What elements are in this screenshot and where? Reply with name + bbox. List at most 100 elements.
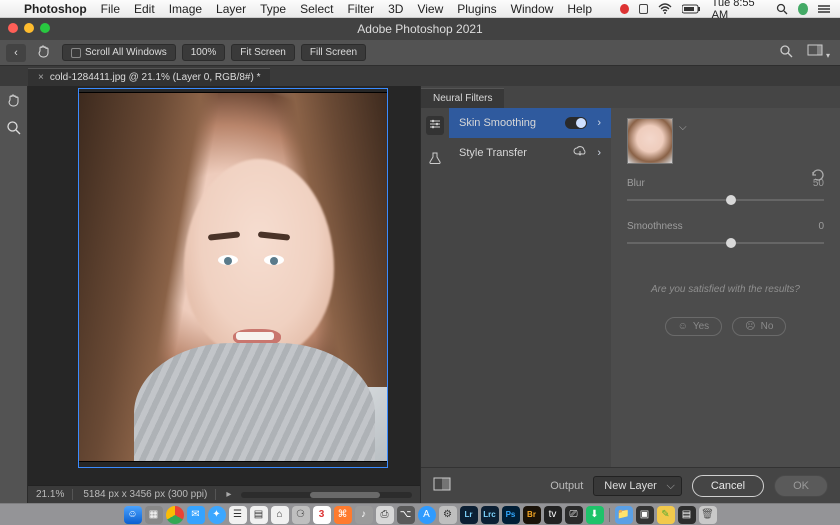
feedback-yes-button[interactable]: ☺ Yes [665,317,723,336]
dock-trash[interactable]: 🗑 [699,506,717,524]
menu-help[interactable]: Help [567,2,592,16]
slider-smoothness: Smoothness 0 [627,221,824,250]
checkbox-icon [71,48,81,58]
dock-app-finder[interactable]: ☺ [124,506,142,524]
control-center-icon[interactable] [818,4,830,14]
dock-app-generic[interactable]: ♪ [355,506,373,524]
scroll-all-windows-checkbox[interactable]: Scroll All Windows [62,44,176,61]
dock-app-photoshop[interactable]: Ps [502,506,520,524]
feedback-no-button[interactable]: ☹ No [732,317,786,336]
hand-tool-icon[interactable] [36,43,52,62]
dock-app-generic[interactable]: ⌥ [397,506,415,524]
canvas-viewport[interactable] [28,86,420,485]
filter-skin-smoothing[interactable]: Skin Smoothing › [449,108,611,138]
dock-app-generic[interactable]: ⚙ [439,506,457,524]
dock-app-calendar[interactable]: 3 [313,506,331,524]
beta-filters-icon[interactable] [428,151,442,168]
menu-view[interactable]: View [417,2,443,16]
dock-app-generic[interactable]: ⚆ [292,506,310,524]
close-window-button[interactable] [8,23,18,33]
chevron-right-icon: › [597,117,601,129]
menu-3d[interactable]: 3D [388,2,403,16]
slider-label: Smoothness [627,221,683,232]
menu-layer[interactable]: Layer [216,2,246,16]
dock-app-appstore[interactable]: A [418,506,436,524]
battery-icon[interactable] [682,4,702,14]
zoom-percent-button[interactable]: 100% [182,44,226,61]
status-record-icon[interactable] [620,4,629,14]
zoom-tool[interactable] [4,118,24,138]
menu-edit[interactable]: Edit [134,2,155,16]
scroll-all-label: Scroll All Windows [85,47,167,58]
menu-window[interactable]: Window [511,2,554,16]
fullscreen-window-button[interactable] [40,23,50,33]
dock-app-mail[interactable]: ✉ [187,506,205,524]
menu-image[interactable]: Image [169,2,202,16]
menu-plugins[interactable]: Plugins [457,2,496,16]
dock-app-generic[interactable]: ✎ [657,506,675,524]
dock-app-generic[interactable]: ⬇ [586,506,604,524]
dock-app-generic[interactable]: ▣ [636,506,654,524]
scrollbar-thumb[interactable] [310,492,380,498]
status-chevron-icon[interactable]: ▸ [226,489,231,500]
wifi-icon[interactable] [658,3,672,15]
dock-separator [609,508,610,522]
dock-app-generic[interactable]: ☰ [229,506,247,524]
workspace-switcher-icon[interactable]: ▾ [807,44,830,61]
chevron-right-icon: › [597,147,601,159]
document-canvas[interactable] [78,92,388,462]
user-icon[interactable] [798,3,808,15]
document-tab[interactable]: × cold-1284411.jpg @ 21.1% (Layer 0, RGB… [28,68,270,86]
dock-app-lightroom-classic[interactable]: Lrc [481,506,499,524]
minimize-window-button[interactable] [24,23,34,33]
frown-icon: ☹ [745,321,755,332]
output-select[interactable]: New Layer [593,476,682,496]
dock-app-generic[interactable]: ⌘ [334,506,352,524]
status-dimensions[interactable]: 5184 px x 3456 px (300 ppi) [83,489,216,500]
dock-app-generic[interactable]: ⌂ [271,506,289,524]
search-icon[interactable] [779,44,793,61]
menu-file[interactable]: File [101,2,120,16]
dock-app-tv[interactable]: tv [544,506,562,524]
dock-folder[interactable]: 📁 [615,506,633,524]
face-thumbnail[interactable] [627,118,673,164]
slider-track-blur[interactable] [627,193,824,207]
close-tab-icon[interactable]: × [38,72,44,83]
tab-neural-filters[interactable]: Neural Filters [421,88,504,108]
menu-select[interactable]: Select [300,2,333,16]
menu-filter[interactable]: Filter [347,2,374,16]
options-bar: ‹ Scroll All Windows 100% Fit Screen Fil… [0,40,840,66]
spotlight-icon[interactable] [776,3,788,15]
slider-knob[interactable] [726,195,736,205]
app-menu[interactable]: Photoshop [24,2,87,16]
featured-filters-icon[interactable] [426,116,444,135]
dock-app-launchpad[interactable]: ▦ [145,506,163,524]
dock-app-generic[interactable]: ▤ [678,506,696,524]
reset-icon[interactable] [810,168,826,185]
hand-tool[interactable] [4,90,24,110]
dock-app-generic[interactable]: ⎙ [376,506,394,524]
status-box-icon[interactable] [639,4,648,14]
cloud-download-icon[interactable] [573,146,587,161]
menu-type[interactable]: Type [260,2,286,16]
slider-track-smoothness[interactable] [627,236,824,250]
horizontal-scrollbar[interactable] [241,492,412,498]
dock-app-generic[interactable]: ▤ [250,506,268,524]
dock-app-safari[interactable]: ✦ [208,506,226,524]
slider-knob[interactable] [726,238,736,248]
fit-screen-button[interactable]: Fit Screen [231,44,295,61]
dock-app-lightroom[interactable]: Lr [460,506,478,524]
filter-toggle[interactable] [565,117,587,129]
dock-app-bridge[interactable]: Br [523,506,541,524]
dock-app-generic[interactable]: ⎚ [565,506,583,524]
dock-app-chrome[interactable] [166,506,184,524]
home-back-button[interactable]: ‹ [6,44,26,62]
filter-style-transfer[interactable]: Style Transfer › [449,138,611,168]
canvas-area: 21.1% 5184 px x 3456 px (300 ppi) ▸ [28,86,420,503]
preview-toggle-icon[interactable] [433,477,451,494]
ok-button[interactable]: OK [774,475,828,497]
fill-screen-button[interactable]: Fill Screen [301,44,366,61]
status-zoom[interactable]: 21.1% [36,489,73,500]
cancel-button[interactable]: Cancel [692,475,764,497]
face-select-chevron-icon[interactable]: ⌵ [679,122,687,133]
